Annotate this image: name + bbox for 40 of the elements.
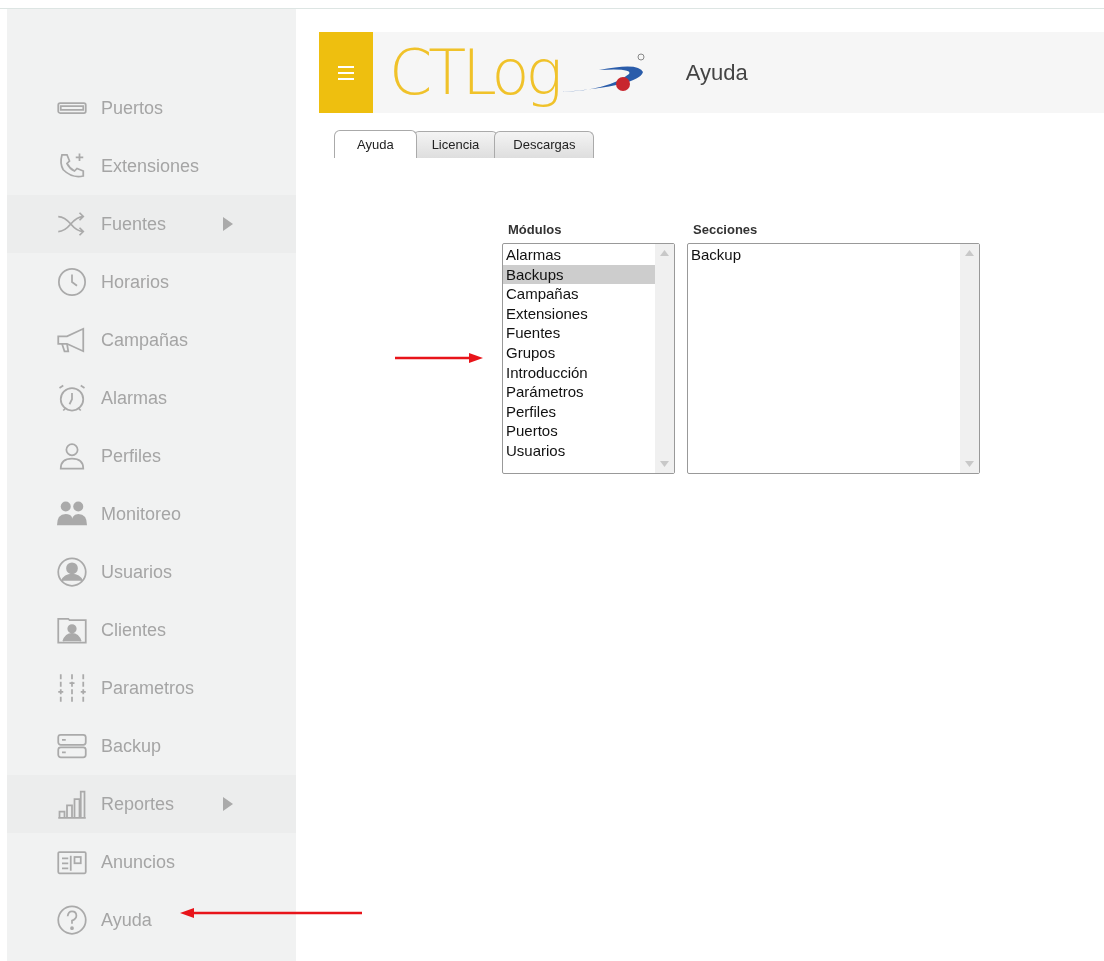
megaphone-icon bbox=[57, 325, 87, 355]
list-option[interactable]: Usuarios bbox=[503, 440, 655, 461]
help-icon bbox=[57, 905, 87, 935]
scrollbar[interactable] bbox=[655, 244, 674, 473]
page-title: Ayuda bbox=[685, 59, 748, 86]
list-option[interactable]: Backups bbox=[503, 264, 655, 285]
list-option[interactable]: Puertos bbox=[503, 421, 655, 441]
tab[interactable]: Ayuda bbox=[334, 130, 417, 158]
user-circle-icon bbox=[57, 557, 87, 587]
logo-text: CTLog bbox=[389, 36, 559, 109]
list-label: Módulos bbox=[508, 222, 563, 237]
list-option[interactable]: Campañas bbox=[503, 284, 655, 304]
list-option[interactable]: Fuentes bbox=[503, 323, 655, 343]
alarm-clock-icon bbox=[57, 383, 87, 413]
menu-icon bbox=[338, 65, 354, 80]
list-option[interactable]: Perfiles bbox=[503, 401, 655, 422]
list-option[interactable]: Introducción bbox=[503, 362, 655, 383]
sections-listbox[interactable]: Backup bbox=[687, 243, 980, 474]
scrollbar[interactable] bbox=[960, 244, 979, 473]
sliders-icon bbox=[57, 673, 87, 703]
server-icon bbox=[57, 731, 87, 761]
contact-card-icon bbox=[57, 615, 87, 645]
tab[interactable]: Descargas bbox=[494, 131, 595, 158]
scroll-down-icon[interactable] bbox=[965, 461, 974, 467]
modules-listbox[interactable]: Alarmas Backups Campañas Extensiones Fuentes Grupos Introducción Parámetros Perfiles Puertos Usuarios bbox=[502, 243, 675, 474]
scroll-up-icon[interactable] bbox=[660, 250, 669, 256]
bar-chart-icon bbox=[57, 789, 87, 819]
list-option[interactable]: Parámetros bbox=[503, 382, 655, 402]
clock-icon bbox=[57, 267, 87, 297]
list-option[interactable]: Alarmas bbox=[503, 245, 655, 265]
menu-button[interactable] bbox=[319, 32, 373, 113]
scroll-down-icon[interactable] bbox=[660, 461, 669, 467]
person-icon bbox=[57, 441, 87, 471]
list-option[interactable]: Extensiones bbox=[503, 303, 655, 324]
list-option[interactable]: Backup bbox=[688, 245, 960, 265]
scroll-up-icon[interactable] bbox=[965, 250, 974, 256]
list-label: Secciones bbox=[693, 222, 759, 237]
caret-icon bbox=[223, 797, 233, 811]
caret-icon bbox=[223, 217, 233, 231]
list-option[interactable]: Grupos bbox=[503, 342, 655, 363]
